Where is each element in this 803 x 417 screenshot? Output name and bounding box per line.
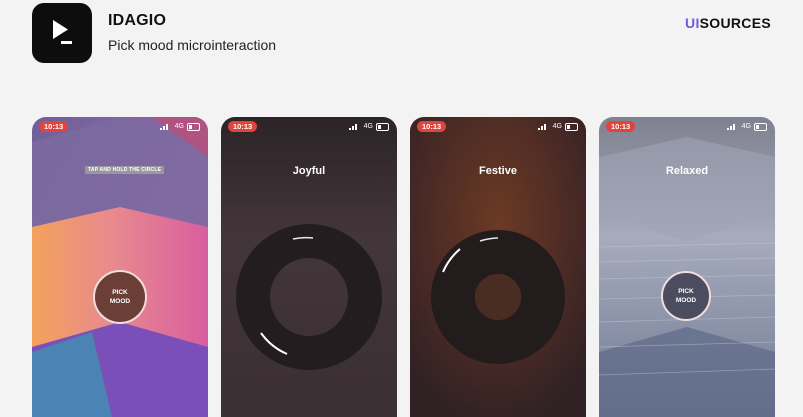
status-bar: 10:13 4G: [32, 117, 208, 137]
status-time: 10:13: [39, 121, 69, 132]
signal-icon: [160, 124, 168, 130]
network-label: 4G: [741, 123, 751, 130]
status-bar: 10:13 4G: [221, 117, 397, 137]
network-label: 4G: [363, 123, 373, 130]
tap-hold-hint: TAP AND HOLD THE CIRCLE: [85, 166, 165, 174]
status-bar: 10:13 4G: [410, 117, 586, 137]
sea-background: [599, 117, 775, 417]
mood-label: Joyful: [292, 165, 326, 177]
status-time: 10:13: [417, 121, 447, 132]
phone-screen-pick-mood: 10:13 4G TAP AND HOLD THE CIRCLE PICK MOO…: [32, 117, 208, 417]
abstract-background: [32, 117, 208, 417]
signal-icon: [727, 124, 735, 130]
mood-dial-background: [410, 117, 586, 417]
phone-screen-joyful: 10:13 4G Joyful: [221, 117, 397, 417]
battery-icon: [565, 123, 578, 131]
battery-icon: [187, 123, 200, 131]
status-bar: 10:13 4G: [599, 117, 775, 137]
pick-mood-button[interactable]: PICK MOOD: [93, 270, 147, 324]
pick-mood-button[interactable]: PICK MOOD: [661, 271, 711, 321]
battery-icon: [754, 123, 767, 131]
status-time: 10:13: [228, 121, 258, 132]
mood-dial-background: [221, 117, 397, 417]
mood-label: Festive: [479, 165, 517, 177]
signal-icon: [349, 124, 357, 130]
network-label: 4G: [174, 123, 184, 130]
brand-logo: UISOURCES: [685, 15, 771, 31]
app-icon: [32, 3, 92, 63]
status-time: 10:13: [606, 121, 636, 132]
battery-icon: [376, 123, 389, 131]
mood-label: Relaxed: [665, 165, 709, 177]
app-title: IDAGIO: [108, 12, 167, 29]
play-cursor-icon: [53, 20, 72, 44]
phone-screen-relaxed: 10:13 4G Relaxed PICK MOOD: [599, 117, 775, 417]
phone-screen-festive: 10:13 4G Festive: [410, 117, 586, 417]
network-label: 4G: [552, 123, 562, 130]
app-subtitle: Pick mood microinteraction: [108, 37, 277, 53]
signal-icon: [538, 124, 546, 130]
